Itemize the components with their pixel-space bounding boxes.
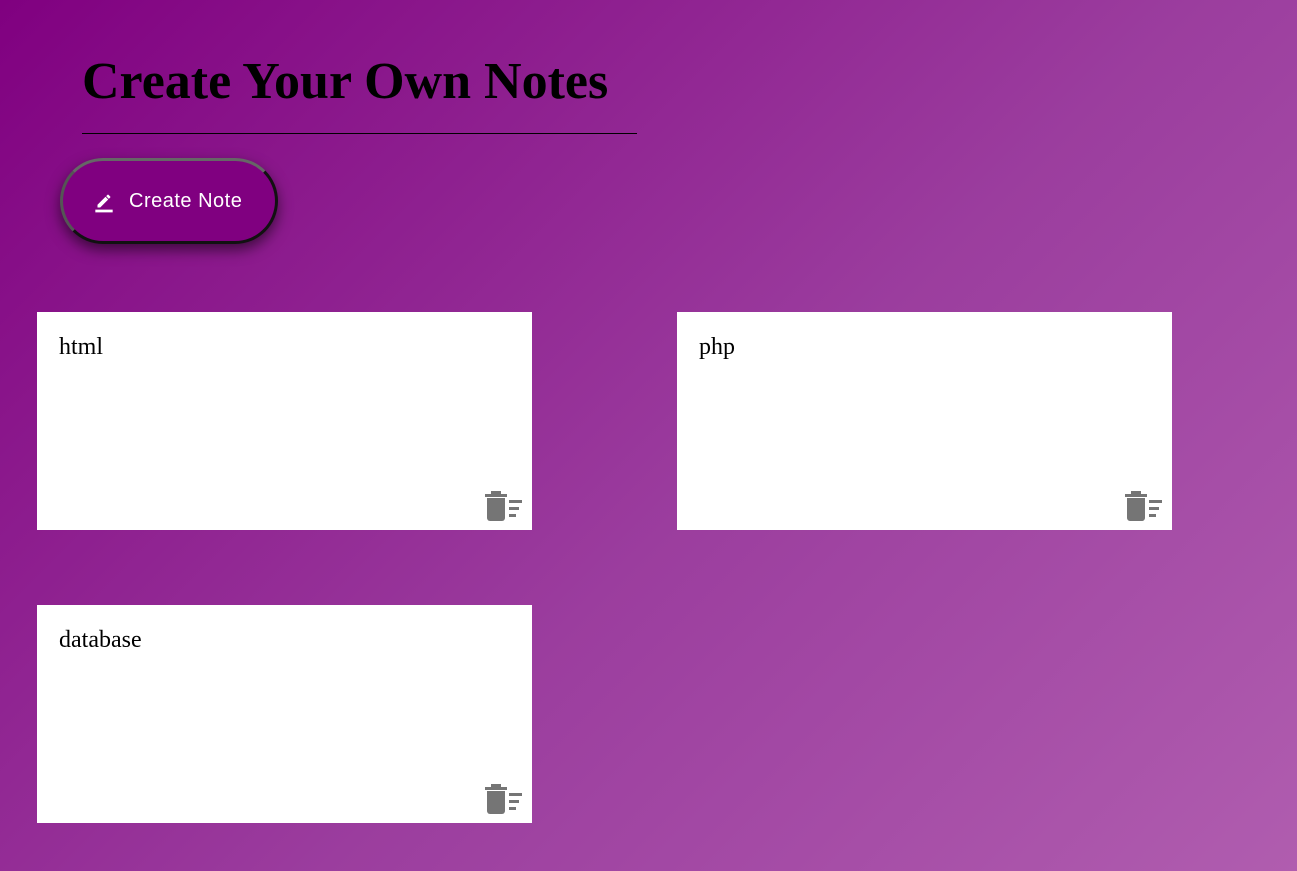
create-note-label: Create Note	[129, 189, 243, 212]
edit-pencil-icon	[91, 188, 117, 214]
delete-note-button[interactable]	[484, 783, 524, 815]
note-text[interactable]: html	[59, 334, 103, 361]
create-note-button[interactable]: Create Note	[60, 158, 278, 244]
note-card: database	[37, 605, 532, 823]
delete-note-button[interactable]	[484, 490, 524, 522]
title-divider	[82, 133, 637, 134]
delete-sweep-icon	[485, 784, 522, 814]
delete-sweep-icon	[1125, 491, 1162, 521]
note-text[interactable]: database	[59, 627, 142, 654]
note-card: php	[677, 312, 1172, 530]
delete-sweep-icon	[485, 491, 522, 521]
page-title: Create Your Own Notes	[82, 53, 609, 110]
note-text[interactable]: php	[699, 334, 735, 361]
delete-note-button[interactable]	[1124, 490, 1164, 522]
note-card: html	[37, 312, 532, 530]
